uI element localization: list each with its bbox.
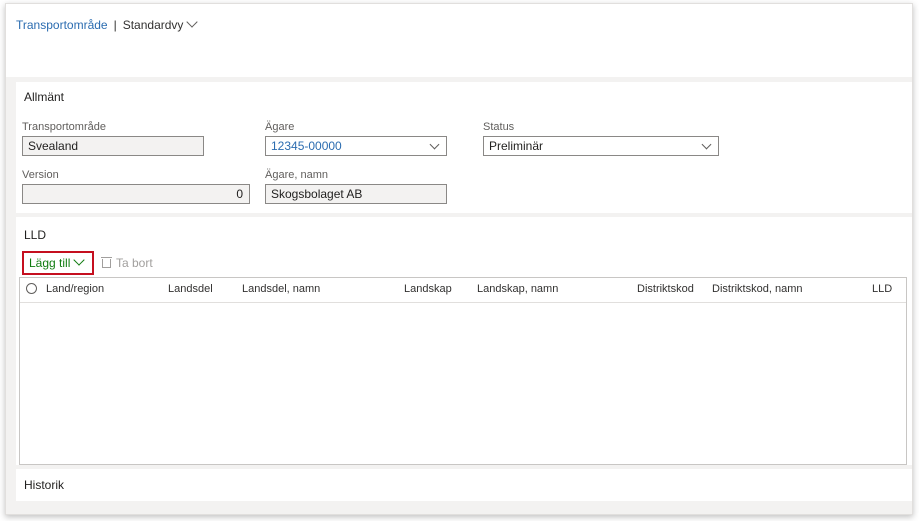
chevron-down-icon (701, 139, 712, 150)
version-field[interactable]: 0 (22, 184, 250, 204)
lld-section-header[interactable]: LLD (24, 228, 46, 242)
breadcrumb-separator: | (113, 18, 117, 32)
owner-name-label: Ägare, namn (265, 169, 328, 181)
app-window: Transportområde | Standardvy Allmänt Trans… (5, 3, 913, 515)
general-section-header[interactable]: Allmänt (24, 90, 64, 104)
breadcrumb-module-link[interactable]: Transportområde (16, 18, 108, 32)
status-select[interactable]: Preliminär (483, 136, 719, 156)
status-label: Status (483, 121, 515, 133)
remove-button[interactable]: Ta bort (101, 251, 153, 275)
column-header-landsdel[interactable]: Landsdel (168, 283, 213, 295)
version-label: Version (22, 169, 59, 181)
column-header-landsdel-namn[interactable]: Landsdel, namn (242, 283, 320, 295)
column-header-landskap[interactable]: Landskap (404, 283, 452, 295)
grid-header-row: Land/region Landsdel Landsdel, namn Land… (20, 278, 906, 303)
history-section-header[interactable]: Historik (24, 478, 64, 492)
column-header-landskap-namn[interactable]: Landskap, namn (477, 283, 558, 295)
chevron-down-icon (429, 139, 440, 150)
breadcrumb: Transportområde | Standardvy (16, 16, 199, 32)
history-section: Historik (16, 469, 912, 501)
lld-grid: Land/region Landsdel Landsdel, namn Land… (19, 277, 907, 465)
chevron-down-icon (186, 16, 199, 28)
select-all-radio-icon[interactable] (26, 283, 37, 294)
owner-name-field[interactable]: Skogsbolaget AB (265, 184, 447, 204)
general-section: Allmänt Transportområde Svealand Ägare 1… (16, 82, 912, 213)
owner-value: 12345-00000 (271, 139, 342, 153)
view-selector[interactable]: Standardvy (122, 16, 199, 32)
column-header-distriktskod-namn[interactable]: Distriktskod, namn (712, 283, 802, 295)
owner-select[interactable]: 12345-00000 (265, 136, 447, 156)
page-header: Transportområde | Standardvy (6, 4, 912, 77)
view-selector-label: Standardvy (122, 18, 184, 32)
column-header-lld[interactable]: LLD (872, 283, 892, 295)
remove-button-label: Ta bort (116, 256, 153, 270)
transport-area-label: Transportområde (22, 121, 106, 133)
add-button-label: Lägg till (29, 256, 71, 270)
lld-section: LLD Lägg till Ta bort Land/region Landsd… (16, 217, 912, 465)
transport-area-field[interactable]: Svealand (22, 136, 204, 156)
column-header-land-region[interactable]: Land/region (46, 283, 104, 295)
owner-label: Ägare (265, 121, 295, 133)
trash-icon (101, 257, 112, 268)
status-value: Preliminär (489, 139, 544, 153)
column-header-distriktskod[interactable]: Distriktskod (637, 283, 694, 295)
add-button[interactable]: Lägg till (22, 251, 94, 275)
chevron-down-icon (73, 254, 86, 266)
